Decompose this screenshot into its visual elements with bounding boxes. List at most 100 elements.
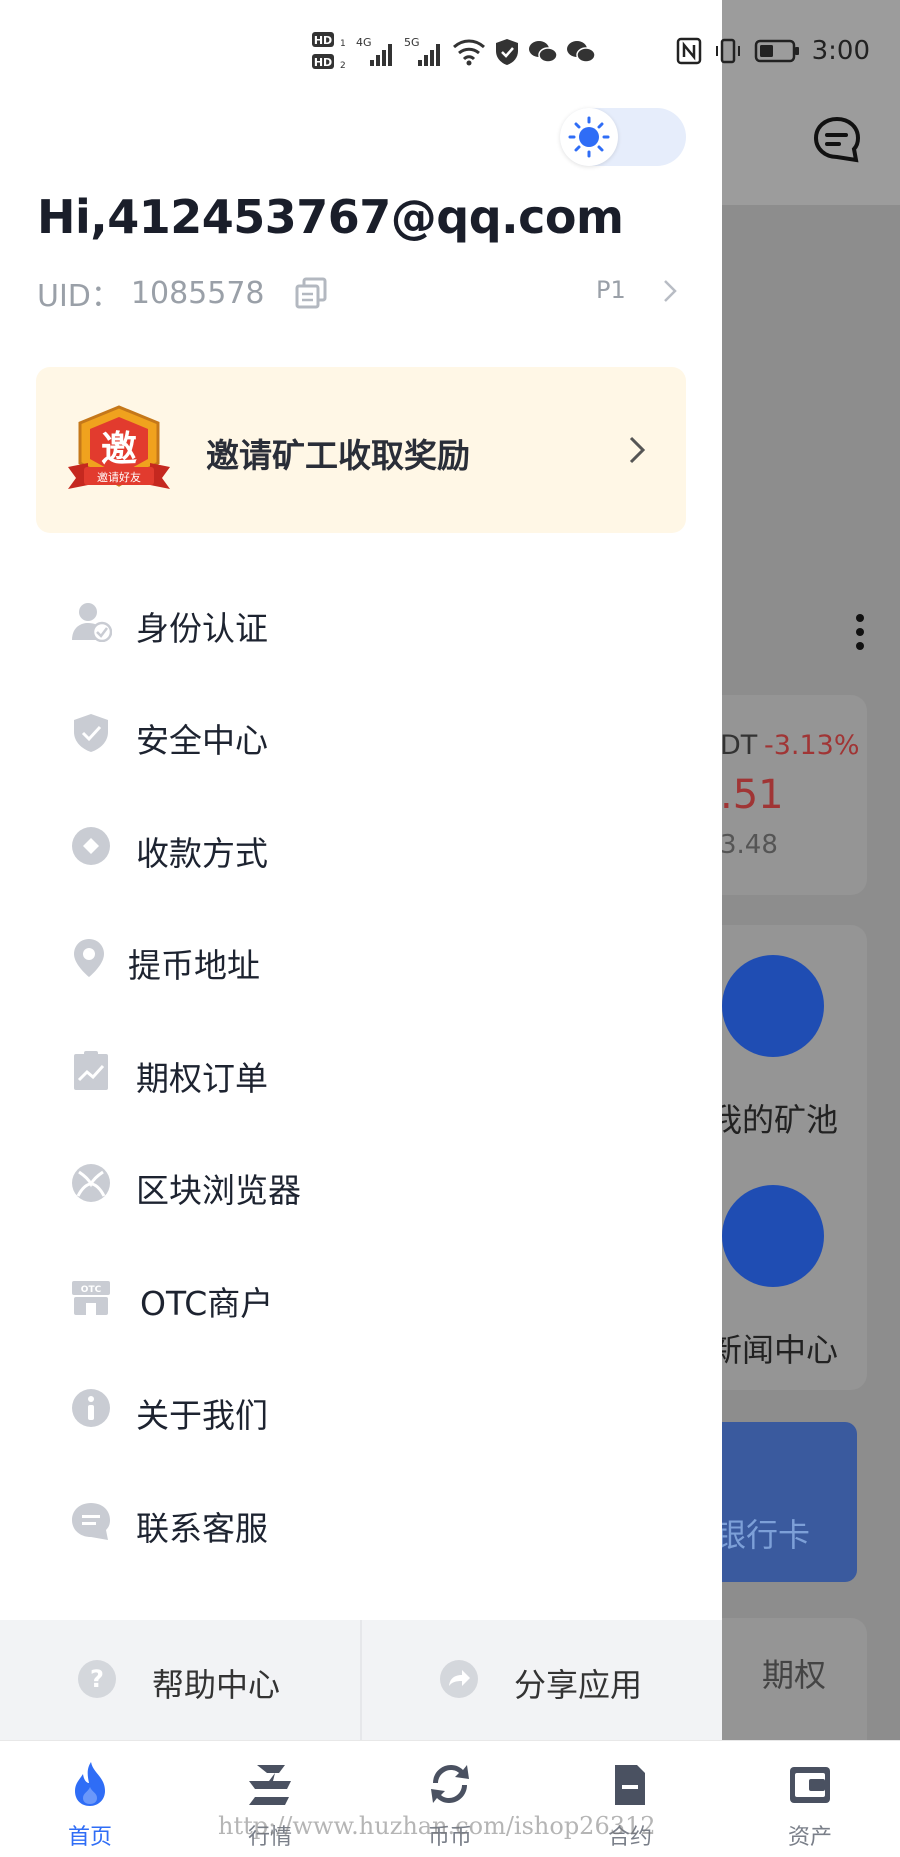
tab-label: 首页 [67,1825,112,1850]
drawer-bottom-actions: ? 帮助中心 分享应用 [0,1620,722,1740]
promo-banner[interactable] [722,1422,857,1582]
chevron-right-icon[interactable] [660,276,680,306]
tab-exchange[interactable]: 币币 [360,1741,540,1857]
uid-value: 1085578 [130,275,265,311]
help-center-label: 帮助中心 [152,1666,281,1704]
share-app-label: 分享应用 [514,1666,643,1704]
tab-contract[interactable]: 合约 [540,1741,720,1857]
news-icon[interactable] [722,1185,824,1287]
menu-label: 收款方式 [136,834,268,873]
banner-text: 银行卡 [722,1516,811,1554]
toggle-knob [560,108,618,166]
message-icon[interactable] [812,115,862,165]
side-drawer: Hi,412453767@qq.com UID： 1085578 P1 邀 邀请… [0,0,722,1740]
battery-icon [754,39,799,63]
menu-item-withdraw-address[interactable]: 提币地址 [0,907,722,1007]
svg-text:4G: 4G [356,36,372,49]
share-app-button[interactable]: 分享应用 [362,1620,722,1740]
wifi-icon [453,39,485,66]
signal-4g-icon: 4G [356,36,392,66]
svg-text:1: 1 [340,39,346,49]
vibrate-icon [715,38,740,64]
ticker-symbol: DT [722,730,758,761]
wechat-icon [567,41,596,63]
tab-label: 行情 [247,1825,292,1850]
flame-icon [75,1762,105,1806]
menu-label: 安全中心 [136,721,268,760]
shield-check-icon [74,714,108,752]
chart-clipboard-icon [74,1051,108,1090]
svg-text:HD: HD [314,56,332,69]
menu-label: 提币地址 [128,946,260,985]
status-icons-left: HD 1 HD 2 4G 5G [312,30,596,74]
status-icons-right: 3:00 [676,36,870,66]
theme-toggle[interactable] [560,108,686,166]
menu-item-otc[interactable]: OTC OTC商户 [0,1245,722,1345]
menu-item-contact-support[interactable]: 联系客服 [0,1470,722,1570]
menu-label: 期权订单 [136,1059,268,1098]
svg-text:5G: 5G [404,36,420,49]
wechat-icon [529,41,558,63]
payment-icon [72,827,110,865]
status-time: 3:00 [811,36,870,66]
copy-icon[interactable] [293,275,329,311]
menu-item-about[interactable]: 关于我们 [0,1357,722,1457]
shield-icon [496,39,518,65]
nfc-icon [676,37,701,65]
user-verified-icon [72,603,112,642]
xbox-icon [72,1164,110,1202]
menu-label: 区块浏览器 [136,1171,301,1210]
otc-store-icon: OTC [72,1281,110,1315]
exchange-icon [431,1765,469,1803]
menu-label: 关于我们 [136,1396,268,1435]
tab-assets[interactable]: 资产 [720,1741,900,1857]
status-bar: HD 1 HD 2 4G 5G 3:00 [0,0,900,100]
menu-label: 联系客服 [136,1509,268,1548]
uid-label: UID： [37,279,121,314]
hd-icon: HD 1 HD 2 [312,32,346,71]
menu-item-payment[interactable]: 收款方式 [0,795,722,895]
location-pin-icon [74,939,104,977]
news-label: 新闻中心 [722,1331,839,1369]
tab-home[interactable]: 首页 [0,1741,180,1857]
mining-pool-label: 我的矿池 [722,1101,839,1139]
uid-row: UID： 1085578 [37,271,329,315]
svg-text:2: 2 [340,61,346,71]
ticker-price: .51 [722,772,784,818]
bottom-tab-bar: 首页 行情 币币 合约 资产 [0,1740,900,1857]
menu-item-block-explorer[interactable]: 区块浏览器 [0,1132,722,1232]
chat-icon [72,1503,110,1540]
menu-label: OTC商户 [140,1284,274,1323]
ticker-sub: 3.48 [722,830,778,860]
svg-text:?: ? [90,1665,104,1693]
ticker-change: -3.13% [764,730,860,761]
more-icon[interactable] [855,612,865,652]
market-icon [249,1765,291,1805]
menu-item-option-orders[interactable]: 期权订单 [0,1020,722,1120]
menu-item-security[interactable]: 安全中心 [0,682,722,782]
tab-market[interactable]: 行情 [180,1741,360,1857]
help-center-button[interactable]: ? 帮助中心 [0,1620,360,1740]
help-icon: ? [78,1660,116,1698]
chevron-right-icon [629,436,646,464]
invite-badge-ribbon: 邀请好友 [97,470,141,484]
mining-pool-icon[interactable] [722,955,824,1057]
menu-item-identity[interactable]: 身份认证 [0,570,722,670]
tab-label: 合约 [607,1825,652,1850]
invite-banner[interactable]: 邀 邀请好友 邀请矿工收取奖励 [36,367,686,533]
invite-label: 邀请矿工收取奖励 [206,436,470,475]
share-icon [440,1660,478,1698]
invite-badge-char: 邀 [101,429,137,470]
user-level[interactable]: P1 [596,276,626,304]
background-page: DT -3.13% .51 3.48 我的矿池 新闻中心 银行卡 期权 [722,0,900,1740]
user-greeting: Hi,412453767@qq.com [37,190,624,244]
tab-label: 资产 [787,1825,832,1850]
options-label: 期权 [762,1656,827,1694]
tab-label: 币币 [427,1825,472,1850]
menu-label: 身份认证 [136,609,268,648]
invite-badge-icon: 邀 邀请好友 [68,405,170,489]
sun-icon [568,116,610,158]
contract-icon [615,1765,645,1805]
svg-text:HD: HD [314,34,332,47]
signal-5g-icon: 5G [404,36,440,66]
